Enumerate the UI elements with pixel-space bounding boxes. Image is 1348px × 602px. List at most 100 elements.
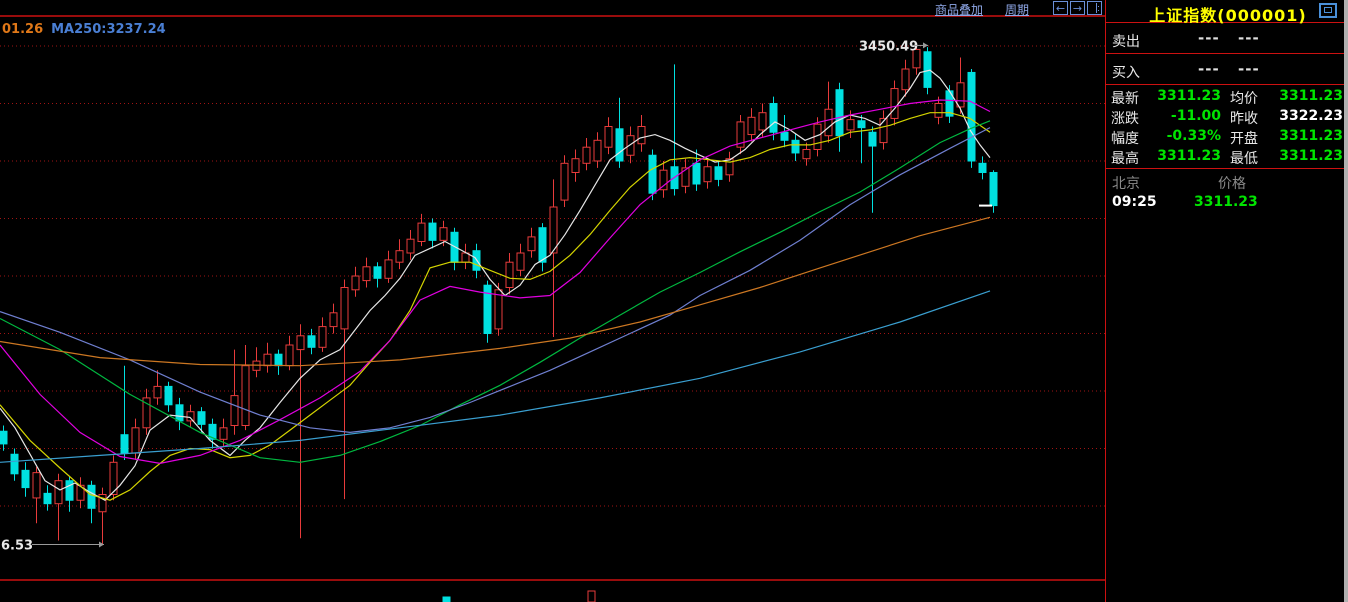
trading-terminal: 3450.496.53 商品叠加 周期 ← → 01.26MA250:3237.… — [0, 0, 1348, 602]
candle-body — [286, 345, 293, 366]
candle-body — [154, 386, 161, 398]
quote-row-high-low: 最高 3311.23 最低 3311.23 — [1106, 147, 1345, 167]
tick-row: 09:25 3311.23 — [1106, 194, 1345, 212]
candle-body — [968, 72, 975, 161]
candle-body — [891, 89, 898, 119]
candle-body — [836, 90, 843, 136]
candle-body — [979, 163, 986, 172]
candle-body — [858, 121, 865, 128]
scroll-right-icon[interactable]: → — [1070, 1, 1085, 15]
ma-overlay-labels: 01.26MA250:3237.24 — [2, 22, 174, 37]
tick-time-header: 北京 — [1112, 173, 1140, 193]
candle-body — [627, 136, 634, 156]
sell-quote-row: 卖出 --- --- — [1106, 23, 1345, 54]
kline-chart-area[interactable]: 3450.496.53 商品叠加 周期 ← → 01.26MA250:3237.… — [0, 0, 1105, 602]
candle-body — [924, 52, 931, 88]
latest-value: 3311.23 — [1146, 88, 1221, 104]
period-link[interactable]: 周期 — [1005, 1, 1029, 18]
candle-body — [187, 412, 194, 421]
candle-body — [396, 251, 403, 263]
candle-body — [418, 223, 425, 241]
tick-price-value: 3311.23 — [1194, 194, 1254, 210]
candle-body — [297, 336, 304, 350]
candle-body — [792, 140, 799, 153]
window-edge-strip — [1344, 0, 1348, 602]
quote-row-change: 涨跌 -11.00 昨收 3322.23 — [1106, 107, 1345, 127]
candle-body — [682, 168, 689, 186]
candle-body — [935, 104, 942, 118]
overlay-link[interactable]: 商品叠加 — [935, 1, 983, 18]
candle-body — [715, 167, 722, 180]
high-label: 最高 — [1111, 148, 1139, 168]
candle-body — [616, 129, 623, 161]
candle-body — [693, 163, 700, 184]
avg-price-label: 均价 — [1230, 88, 1258, 108]
candle-body — [429, 223, 436, 240]
candle-body — [506, 262, 513, 287]
candle-body — [528, 237, 535, 251]
quote-row-percent: 幅度 -0.33% 开盘 3311.23 — [1106, 127, 1345, 147]
low-annotation: 6.53 — [1, 538, 33, 553]
candle-body — [660, 170, 667, 190]
candle-body — [957, 83, 964, 107]
low-value: 3311.23 — [1266, 148, 1343, 164]
scroll-left-icon[interactable]: ← — [1053, 1, 1068, 15]
candle-body — [363, 267, 370, 281]
candle-body — [88, 485, 95, 508]
quote-row-latest: 最新 3311.23 均价 3311.23 — [1106, 87, 1345, 107]
open-value: 3311.23 — [1266, 128, 1343, 144]
candle-body — [759, 113, 766, 130]
candle-body — [781, 132, 788, 140]
candle-body — [847, 120, 854, 130]
candle-body — [275, 354, 282, 366]
candle-body — [594, 140, 601, 161]
candle-body — [330, 313, 337, 327]
candle-body — [539, 228, 546, 263]
quote-grid: 最新 3311.23 均价 3311.23 涨跌 -11.00 昨收 3322.… — [1106, 87, 1345, 167]
volume-bar — [443, 597, 450, 602]
split-view-icon[interactable] — [1087, 1, 1102, 15]
candle-body — [704, 167, 711, 182]
candle-body — [561, 163, 568, 200]
sell-volume-placeholder: --- — [1238, 29, 1260, 47]
candle-body — [649, 155, 656, 193]
prev-close-value: 3322.23 — [1266, 108, 1343, 124]
candle-body — [319, 327, 326, 348]
candle-body — [770, 104, 777, 133]
candle-body — [198, 412, 205, 425]
kline-chart[interactable]: 3450.496.53 — [0, 0, 1105, 602]
candle-body — [231, 396, 238, 426]
quote-panel: 上证指数(000001) 卖出 --- --- 买入 --- --- 最新 33… — [1105, 0, 1348, 602]
sell-label: 卖出 — [1112, 31, 1140, 51]
chart-toolbar: 商品叠加 周期 ← → — [0, 0, 1105, 17]
percent-label: 幅度 — [1111, 128, 1139, 148]
ma120-label: 01.26 — [2, 22, 43, 37]
candle-body — [748, 117, 755, 134]
avg-price-value: 3311.23 — [1266, 88, 1343, 104]
maximize-icon[interactable] — [1319, 3, 1337, 18]
latest-label: 最新 — [1111, 88, 1139, 108]
candle-body — [385, 260, 392, 278]
candle-body — [66, 481, 73, 501]
open-label: 开盘 — [1230, 128, 1258, 148]
buy-volume-placeholder: --- — [1238, 60, 1260, 78]
candle-body — [264, 354, 271, 366]
candle-body — [22, 470, 29, 487]
candle-body — [605, 127, 612, 148]
high-value: 3311.23 — [1146, 148, 1221, 164]
candle-body — [308, 336, 315, 348]
tick-separator — [1106, 168, 1345, 169]
candle-body — [869, 132, 876, 146]
prev-close-label: 昨收 — [1230, 108, 1258, 128]
buy-quote-row: 买入 --- --- — [1106, 54, 1345, 85]
candle-body — [572, 159, 579, 173]
candle-body — [352, 276, 359, 290]
tick-header: 北京 价格 — [1106, 173, 1345, 191]
change-value: -11.00 — [1146, 108, 1221, 124]
candle-body — [220, 428, 227, 440]
candle-body — [638, 127, 645, 144]
tick-price-header: 价格 — [1218, 173, 1246, 193]
candle-body — [33, 473, 40, 498]
change-label: 涨跌 — [1111, 108, 1139, 128]
candle-body — [121, 435, 128, 453]
